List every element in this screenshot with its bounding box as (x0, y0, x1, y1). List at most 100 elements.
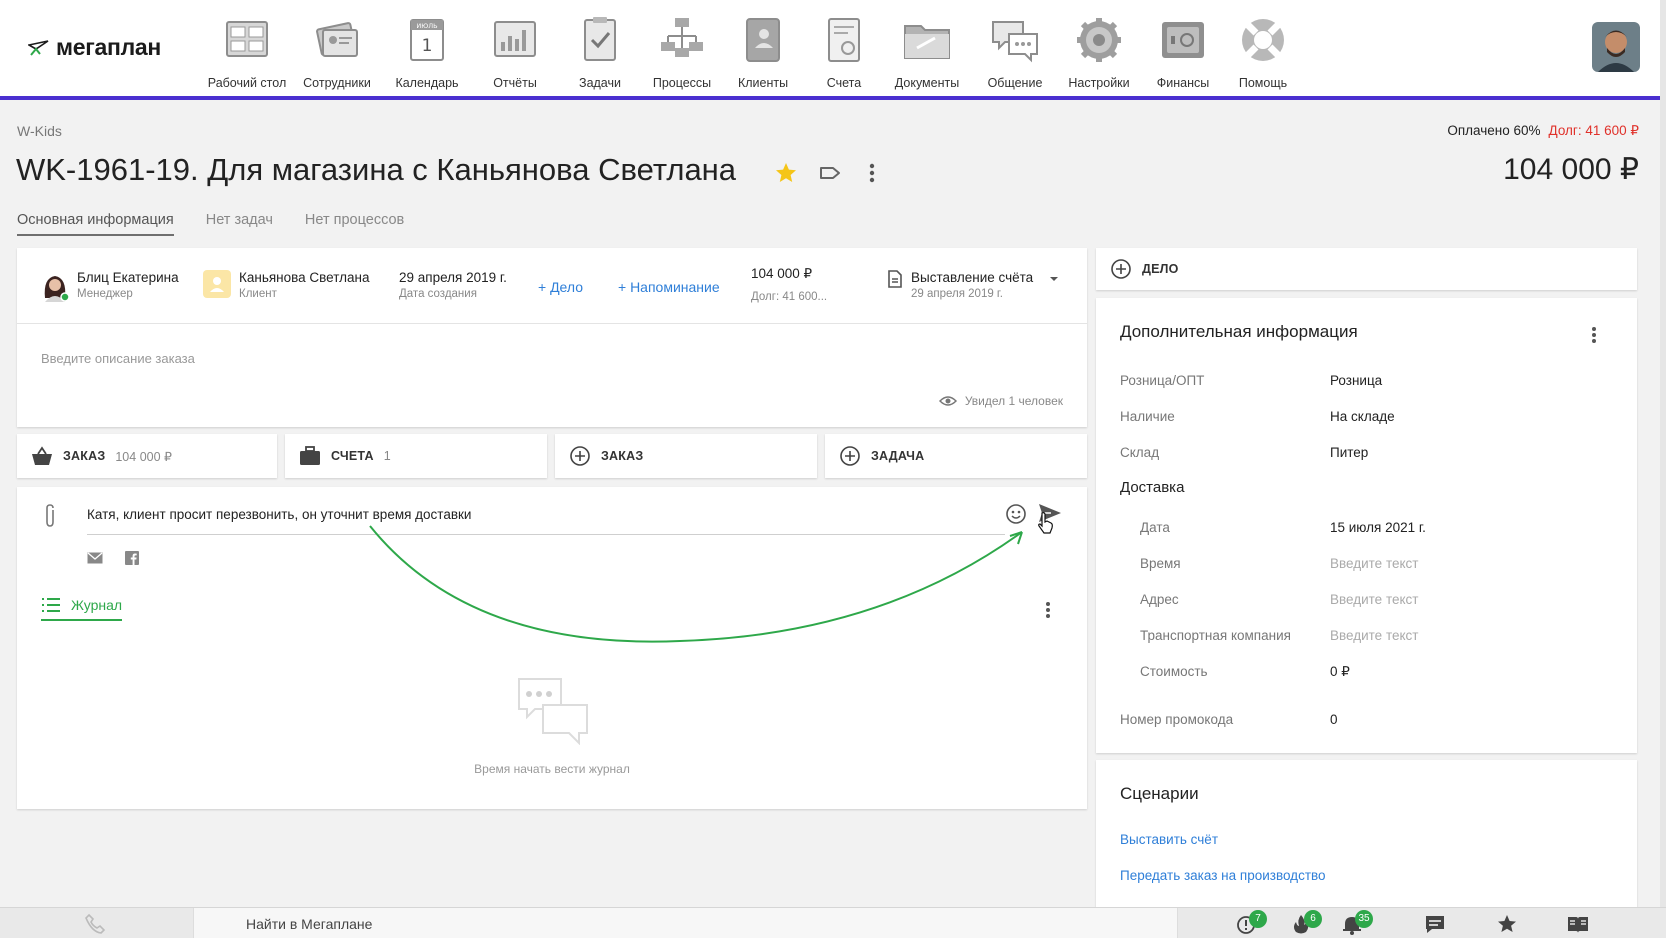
field-warehouse-key: Склад (1120, 445, 1160, 460)
breadcrumb[interactable]: W-Kids (17, 123, 62, 139)
basket-icon (32, 446, 52, 465)
add-task-tile-label: ЗАДАЧА (871, 449, 925, 463)
help-icon (1242, 19, 1284, 61)
employees-icon (316, 22, 358, 57)
add-delo-card[interactable]: ДЕЛО (1096, 248, 1637, 290)
manager-block[interactable]: Блиц Екатерина Менеджер (41, 270, 179, 302)
paid-percent: Оплачено 60% (1447, 123, 1541, 138)
briefcase-icon (300, 446, 320, 465)
paperclip-icon[interactable] (43, 503, 57, 529)
field-warehouse-value[interactable]: Питер (1330, 445, 1368, 460)
comment-input[interactable]: Катя, клиент просит перезвонить, он уточ… (87, 505, 1005, 535)
client-role: Клиент (239, 288, 277, 300)
tag-icon[interactable] (819, 162, 841, 184)
order-tile-label: ЗАКАЗ (63, 449, 106, 463)
top-navigation: мегаплан Рабочий стол Сотрудники ИЮЛЬ 1 … (0, 0, 1666, 100)
amount-block[interactable]: 104 000 ₽ Долг: 41 600... (751, 266, 827, 303)
book-icon[interactable] (1567, 913, 1589, 935)
hot-button[interactable]: 6 (1290, 910, 1322, 935)
deal-total: 104 000 ₽ (1503, 153, 1639, 186)
alerts-button[interactable]: 7 (1235, 910, 1267, 935)
client-block[interactable]: Каньянова Светлана Клиент (203, 270, 369, 300)
favorites-star-icon[interactable] (1496, 913, 1518, 935)
megaplan-logo[interactable]: мегаплан (28, 34, 161, 61)
invoices-tile-value: 1 (383, 449, 391, 463)
delivery-address-key: Адрес (1140, 592, 1179, 607)
phone-icon[interactable] (84, 913, 106, 935)
delivery-time-key: Время (1140, 556, 1181, 571)
add-reminder-link[interactable]: + Напоминание (618, 279, 720, 295)
delivery-cost-value[interactable]: 0 ₽ (1330, 664, 1350, 680)
messages-icon[interactable] (1424, 913, 1446, 935)
tab-tasks[interactable]: Нет задач (206, 212, 273, 236)
order-description-field[interactable]: Введите описание заказа (41, 351, 195, 366)
invoices-tile-label: СЧЕТА (331, 449, 374, 463)
chat-icon (992, 21, 1038, 63)
field-retail-key: Розница/ОПТ (1120, 373, 1205, 388)
order-tile[interactable]: ЗАКАЗ 104 000 ₽ (17, 434, 277, 478)
tab-processes[interactable]: Нет процессов (305, 212, 404, 236)
stage-date: 29 апреля 2019 г. (911, 288, 1003, 300)
invoices-icon (828, 18, 860, 62)
delivery-time-input[interactable]: Введите текст (1330, 556, 1418, 571)
tab-main-info[interactable]: Основная информация (17, 212, 174, 236)
user-avatar-photo (1592, 22, 1640, 72)
user-avatar[interactable] (1592, 22, 1640, 72)
add-order-tile-label: ЗАКАЗ (601, 449, 644, 463)
journal-empty-text: Время начать вести журнал (474, 762, 630, 776)
global-search-input[interactable]: Найти в Мегаплане (193, 908, 1178, 938)
add-task-label: + Дело (538, 279, 583, 295)
scenario-send-to-production[interactable]: Передать заказ на производство (1120, 868, 1326, 883)
processes-icon (661, 18, 703, 57)
emoji-icon[interactable] (1005, 503, 1027, 525)
add-task-tile[interactable]: ЗАДАЧА (825, 434, 1087, 478)
plus-circle-icon (570, 446, 590, 466)
scenarios-title: Сценарии (1120, 784, 1199, 803)
delivery-carrier-input[interactable]: Введите текст (1330, 628, 1418, 643)
deal-tabs: Основная информация Нет задач Нет процес… (17, 212, 404, 236)
field-stock-value[interactable]: На складе (1330, 409, 1395, 424)
seen-counter[interactable]: Увидел 1 человек (938, 394, 1063, 408)
scenarios-card: Сценарии Выставить счёт Передать заказ н… (1096, 760, 1637, 910)
invoices-tile[interactable]: СЧЕТА 1 (285, 434, 547, 478)
delivery-address-input[interactable]: Введите текст (1330, 592, 1418, 607)
deal-main-card: Блиц Екатерина Менеджер Каньянова Светла… (17, 248, 1087, 427)
additional-info-more-icon[interactable] (1588, 324, 1600, 346)
amount-debt: Долг: 41 600... (751, 291, 828, 303)
notifications-button[interactable]: 35 (1341, 910, 1373, 935)
calendar-icon: ИЮЛЬ 1 (410, 19, 444, 61)
page-scrollbar[interactable] (1660, 0, 1666, 938)
delivery-date-value[interactable]: 15 июля 2021 г. (1330, 520, 1426, 535)
star-icon[interactable] (774, 161, 798, 185)
delivery-title: Доставка (1120, 479, 1185, 496)
deal-info-row: Блиц Екатерина Менеджер Каньянова Светла… (17, 248, 1087, 324)
stage-select[interactable]: Выставление счёта 29 апреля 2019 г. (887, 270, 1059, 300)
debt-amount: Долг: 41 600 ₽ (1548, 123, 1639, 138)
more-menu-icon[interactable] (865, 160, 879, 186)
field-retail-value[interactable]: Розница (1330, 373, 1382, 388)
add-reminder-label: + Напоминание (618, 279, 720, 295)
journal-tab-label: Журнал (71, 597, 123, 613)
add-task-link[interactable]: + Дело (538, 279, 583, 295)
nav-help[interactable]: Помощь (1208, 14, 1318, 90)
scenario-issue-invoice[interactable]: Выставить счёт (1120, 832, 1218, 847)
created-date: 29 апреля 2019 г. (399, 270, 507, 285)
eye-icon (938, 396, 957, 406)
promo-code-value[interactable]: 0 (1330, 712, 1338, 727)
list-icon (42, 598, 60, 612)
client-name: Каньянова Светлана (239, 270, 370, 285)
delivery-carrier-key: Транспортная компания (1140, 628, 1291, 643)
journal-more-icon[interactable] (1042, 599, 1054, 621)
hot-badge: 6 (1304, 910, 1322, 928)
seen-text: Увидел 1 человек (964, 394, 1063, 408)
additional-info-title: Дополнительная информация (1120, 322, 1358, 341)
facebook-icon[interactable] (125, 551, 139, 565)
created-date-block: 29 апреля 2019 г. Дата создания (399, 270, 507, 300)
email-icon[interactable] (87, 552, 103, 564)
add-order-tile[interactable]: ЗАКАЗ (555, 434, 817, 478)
journal-tab[interactable]: Журнал (41, 597, 123, 621)
invoice-doc-icon (888, 270, 902, 288)
logo-mark-icon (28, 39, 49, 56)
field-stock-key: Наличие (1120, 409, 1175, 424)
reports-icon (494, 21, 536, 57)
